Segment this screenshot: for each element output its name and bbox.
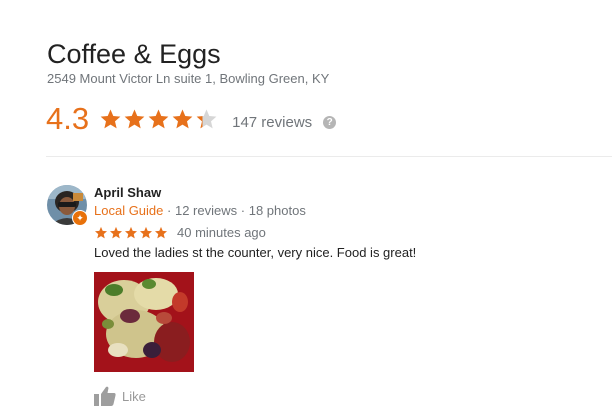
like-label: Like	[122, 388, 146, 404]
star-icon	[94, 226, 108, 238]
reviewer-name[interactable]: April Shaw	[94, 185, 161, 200]
review-count-link[interactable]: 147 reviews	[232, 108, 312, 131]
meta-separator: ·	[167, 203, 172, 218]
star-icon	[172, 108, 193, 128]
reviewer-photo-count: 18 photos	[248, 203, 306, 218]
review-rating-row: 40 minutes ago	[94, 225, 266, 240]
like-button[interactable]: Like	[94, 386, 146, 406]
meta-separator: ·	[240, 203, 246, 218]
local-guide-badge-icon: ✦	[72, 210, 88, 226]
thumbs-up-icon	[94, 386, 116, 406]
help-icon[interactable]: ?	[323, 115, 337, 129]
star-icon	[124, 226, 138, 238]
star-icon	[109, 226, 123, 238]
food-photo-image	[94, 272, 194, 372]
star-icon	[124, 108, 145, 128]
reviewer-meta: Local Guide · 12 reviews · 18 photos	[94, 203, 306, 218]
local-guide-label[interactable]: Local Guide	[94, 203, 163, 218]
place-address: 2549 Mount Victor Ln suite 1, Bowling Gr…	[47, 71, 330, 86]
star-icon	[139, 226, 153, 238]
review-stars	[94, 226, 168, 240]
review-text: Loved the ladies st the counter, very ni…	[94, 245, 417, 260]
star-icon	[100, 108, 121, 128]
place-title: Coffee & Eggs	[47, 39, 221, 69]
review-time: 40 minutes ago	[177, 225, 266, 240]
star-icon	[196, 108, 217, 128]
rating-value: 4.3	[46, 101, 90, 136]
rating-stars	[99, 108, 218, 131]
star-icon	[154, 226, 168, 238]
divider	[46, 156, 612, 157]
reviewer-review-count: 12 reviews	[174, 203, 238, 218]
star-icon	[148, 108, 169, 128]
rating-summary: 4.3 147 reviews ?	[46, 99, 337, 139]
review-photo[interactable]	[94, 272, 194, 372]
